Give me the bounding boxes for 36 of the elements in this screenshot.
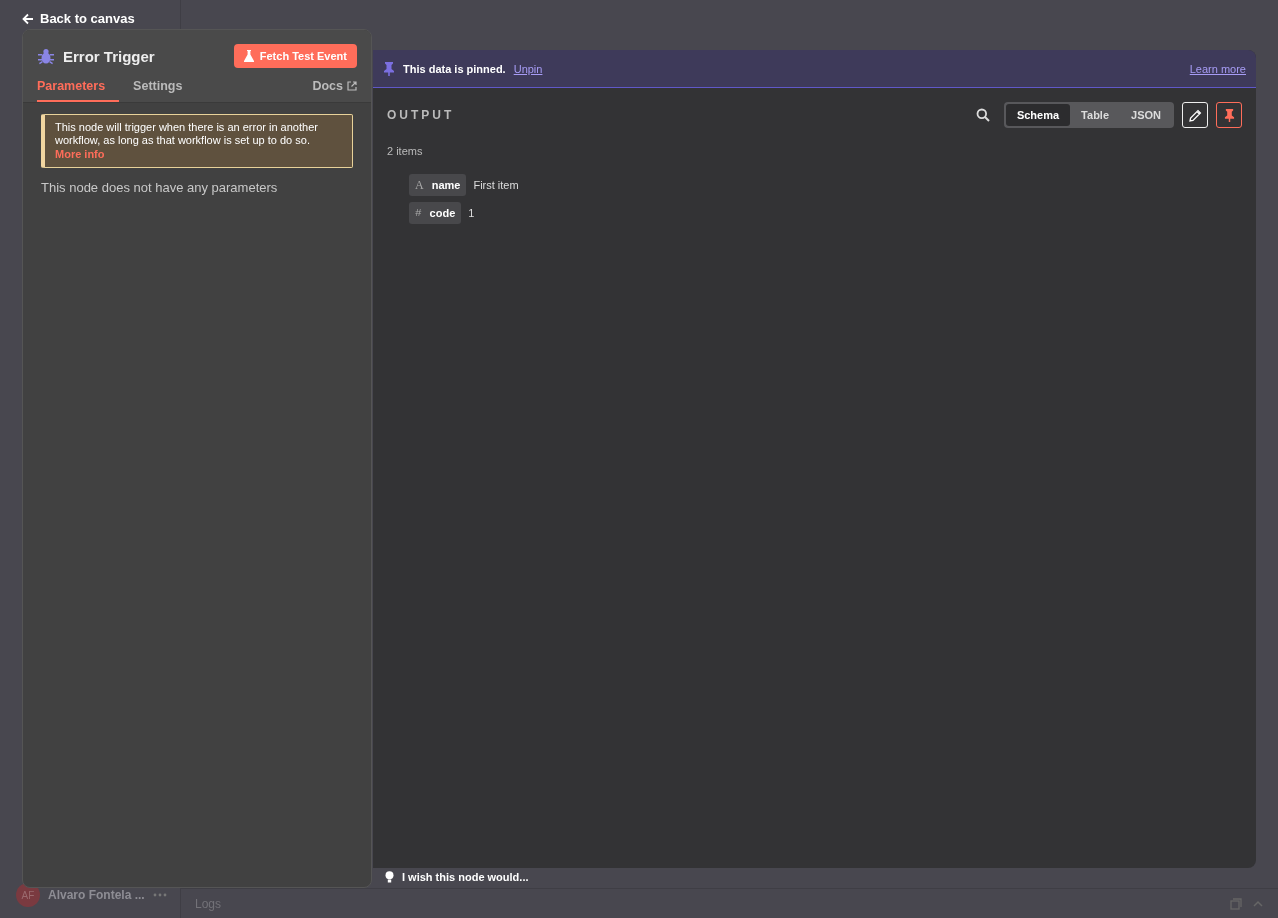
pin-icon [1223,108,1235,122]
notice-text: This node will trigger when there is an error in another workflow, as long as that workflow is set up to do so. [55,121,319,147]
pinned-message: This data is pinned. [403,62,506,75]
pencil-icon [1188,108,1202,122]
item-count: 2 items [386,144,424,157]
fetch-test-event-button[interactable]: Fetch Test Event [233,44,357,68]
panel-tab[interactable]: Parameters [37,79,120,102]
more-info-link[interactable]: More info [55,147,105,161]
flask-icon [243,50,254,62]
docs-link[interactable]: Docs [312,79,357,102]
panel-tab[interactable]: Settings [119,79,197,102]
type-label: A [415,177,424,193]
view-mode-tab[interactable]: Schema [1005,104,1071,126]
pin-button[interactable] [1216,102,1242,128]
arrow-left-icon [22,12,34,25]
pin-icon [383,61,395,76]
empty-message: This node does not have any parameters [41,180,279,195]
field-key: name [431,179,461,191]
field-value: 1 [468,207,475,219]
unpin-link[interactable]: Unpin [513,62,543,75]
back-to-canvas-link[interactable]: Back to canvas [22,11,135,26]
feedback-prompt[interactable]: I wish this node would... [385,871,529,883]
learn-more-link[interactable]: Learn more [1189,62,1246,75]
type-label: # [415,207,422,219]
output-heading: OUTPUT [387,108,455,122]
field-key: code [429,207,456,219]
bug-icon [37,47,55,65]
user-name: Alvaro Fontela ... [48,888,145,902]
external-link-icon [347,81,357,91]
search-icon[interactable] [975,108,990,122]
view-mode-tab[interactable]: Table [1070,104,1121,126]
lightbulb-icon [385,871,394,883]
edit-button[interactable] [1182,102,1208,128]
field-value: First item [473,179,519,191]
view-mode-tab[interactable]: JSON [1120,104,1172,126]
node-title: Error Trigger [63,47,155,65]
